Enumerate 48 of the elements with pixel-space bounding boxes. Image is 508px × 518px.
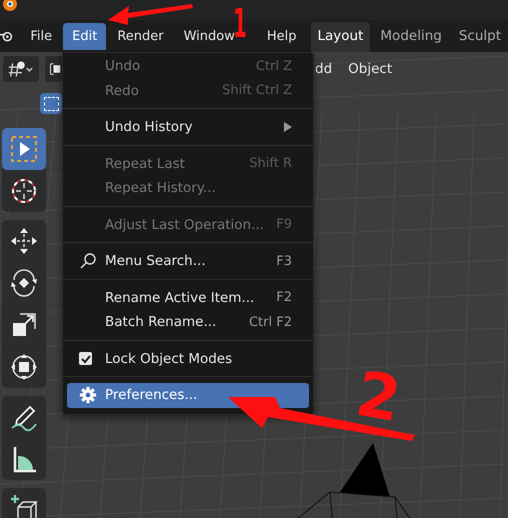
gizmo-icon [7,58,35,78]
rotate-icon [9,268,39,298]
settings-icon [79,386,97,404]
menu-entry-label: Redo [105,82,140,99]
annotation-number: 2 [352,362,406,432]
menu-entry-label: Undo History [105,119,194,136]
workspace-tab[interactable]: Sculpt [452,22,508,52]
shortcut-label: Ctrl Z [256,58,292,74]
cube-icon [9,494,39,518]
shortcut-label: F9 [276,217,292,232]
menu-entry-label: Rename Active Item... [105,290,256,306]
logo-icon [0,0,20,14]
shortcut-label: F2 [276,290,292,306]
select-tool[interactable] [2,128,46,170]
menu-item[interactable]: Render [108,22,173,50]
menu-entry[interactable]: Preferences... [67,383,309,408]
menu-entry-label: Batch Rename... [105,314,218,330]
menu-entry[interactable]: Undo History [67,115,309,140]
search-icon [79,252,97,270]
header-menu[interactable]: Object [348,60,392,76]
menu-entry-label: Repeat Last [105,156,186,172]
transform-icon [9,352,39,382]
box-select-icon[interactable] [40,93,62,114]
menu-entry-label: Repeat History... [105,180,217,196]
checkbox[interactable] [79,352,92,366]
menu-entry[interactable]: Rename Active Item... F2 [67,286,309,310]
shortcut-label: F3 [276,254,292,269]
menu-entry[interactable]: Lock Object Modes [67,346,309,371]
workspace-tab[interactable]: Layout [310,22,370,52]
shortcut-label: Ctrl F2 [248,314,292,330]
menu-item[interactable]: Edit [63,22,106,50]
menu-entry[interactable]: Menu Search... F3 [67,249,309,274]
crosshair-icon [9,176,39,206]
submenu-arrow-icon [284,122,292,132]
menu-entry-label: Lock Object Modes [105,350,234,367]
menu-entry-label: Undo [105,58,142,74]
menu-entry-label: Preferences... [105,387,198,404]
menu-entry-label: Adjust Last Operation... [105,216,265,233]
workspace-tab[interactable]: Modeling [373,22,449,52]
menu-entry[interactable]: Batch Rename... Ctrl F2 [67,310,309,334]
move-arrows-icon [9,226,39,256]
shortcut-label: Shift R [249,156,292,172]
menu-entry-label: Menu Search... [105,253,207,270]
shortcut-label: Shift Ctrl Z [222,83,292,98]
menu-item[interactable]: Help [258,22,306,50]
gizmo-dropdown[interactable] [2,54,40,82]
menu-item[interactable]: File [21,22,62,50]
header-menu[interactable]: dd [315,60,332,76]
